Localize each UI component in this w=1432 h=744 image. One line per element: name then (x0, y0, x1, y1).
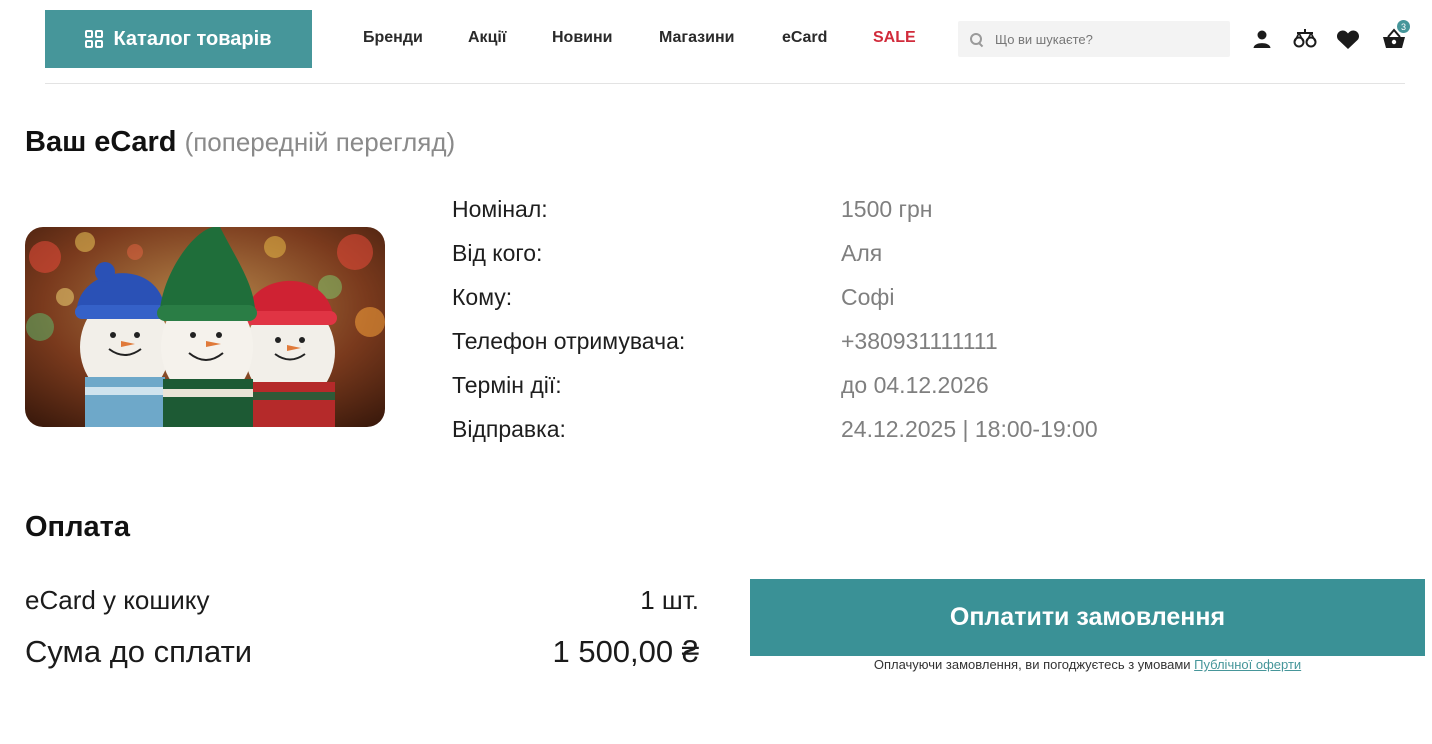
nav-item-news[interactable]: Новини (552, 29, 613, 47)
detail-value: +380931111111 (841, 328, 998, 354)
nav-item-promotions[interactable]: Акції (468, 29, 506, 47)
nav-item-stores[interactable]: Магазини (659, 29, 734, 47)
detail-row-phone: Телефон отримувача: +380931111111 (452, 328, 1212, 358)
detail-value: 1500 грн (841, 196, 933, 222)
detail-row-from: Від кого: Аля (452, 240, 1212, 270)
detail-value: 24.12.2025 | 18:00-19:00 (841, 416, 1098, 442)
total-label: Сума до сплати (25, 634, 253, 669)
site-header: Каталог товарів Бренди Акції Новини Мага… (45, 10, 1410, 84)
terms-text: Оплачуючи замовлення, ви погоджуєтесь з … (873, 657, 1195, 672)
grid-icon (85, 30, 104, 48)
detail-row-validity: Термін дії: до 04.12.2026 (452, 372, 1212, 402)
total-row: Сума до сплати 1 500,00 ₴ (25, 634, 699, 674)
search-bar (958, 21, 1230, 57)
search-icon (970, 32, 983, 46)
detail-row-delivery: Відправка: 24.12.2025 | 18:00-19:00 (452, 416, 1212, 446)
basket-icon[interactable]: 3 (1381, 20, 1410, 52)
user-icon[interactable] (1249, 26, 1275, 52)
detail-row-nominal: Номінал: 1500 грн (452, 196, 1212, 226)
catalog-button[interactable]: Каталог товарів (45, 10, 312, 68)
terms-note: Оплачуючи замовлення, ви погоджуєтесь з … (750, 657, 1425, 672)
detail-label: Відправка: (452, 416, 566, 442)
nav-item-sale[interactable]: SALE (873, 29, 916, 47)
payment-title: Оплата (25, 511, 130, 543)
cart-summary-row: eCard у кошику 1 шт. (25, 585, 699, 619)
page-title: Ваш eCard (попередній перегляд) (25, 126, 455, 159)
detail-label: Від кого: (452, 240, 543, 266)
cart-quantity: 1 шт. (640, 585, 699, 615)
nav-item-brands[interactable]: Бренди (363, 29, 423, 47)
detail-value: Софі (841, 284, 895, 310)
heart-icon[interactable] (1335, 26, 1361, 52)
detail-label: Кому: (452, 284, 513, 310)
total-value: 1 500,00 ₴ (552, 634, 699, 669)
detail-label: Термін дії: (452, 372, 562, 398)
detail-row-to: Кому: Софі (452, 284, 1212, 314)
nav-item-ecard[interactable]: eCard (782, 29, 827, 47)
compare-icon[interactable] (1292, 26, 1318, 52)
detail-value: до 04.12.2026 (841, 372, 989, 398)
public-offer-link[interactable]: Публічної оферти (1194, 657, 1301, 672)
cart-label: eCard у кошику (25, 585, 210, 615)
snowmen-card-image (25, 227, 385, 427)
page-title-subtitle: (попередній перегляд) (184, 127, 456, 157)
pay-order-button[interactable]: Оплатити замовлення (750, 579, 1425, 656)
detail-value: Аля (841, 240, 883, 266)
catalog-button-label: Каталог товарів (113, 27, 272, 50)
search-input[interactable] (995, 31, 1215, 47)
detail-label: Телефон отримувача: (452, 328, 686, 354)
detail-label: Номінал: (452, 196, 548, 222)
page-title-main: Ваш eCard (25, 126, 177, 158)
cart-count-badge: 3 (1397, 20, 1410, 33)
